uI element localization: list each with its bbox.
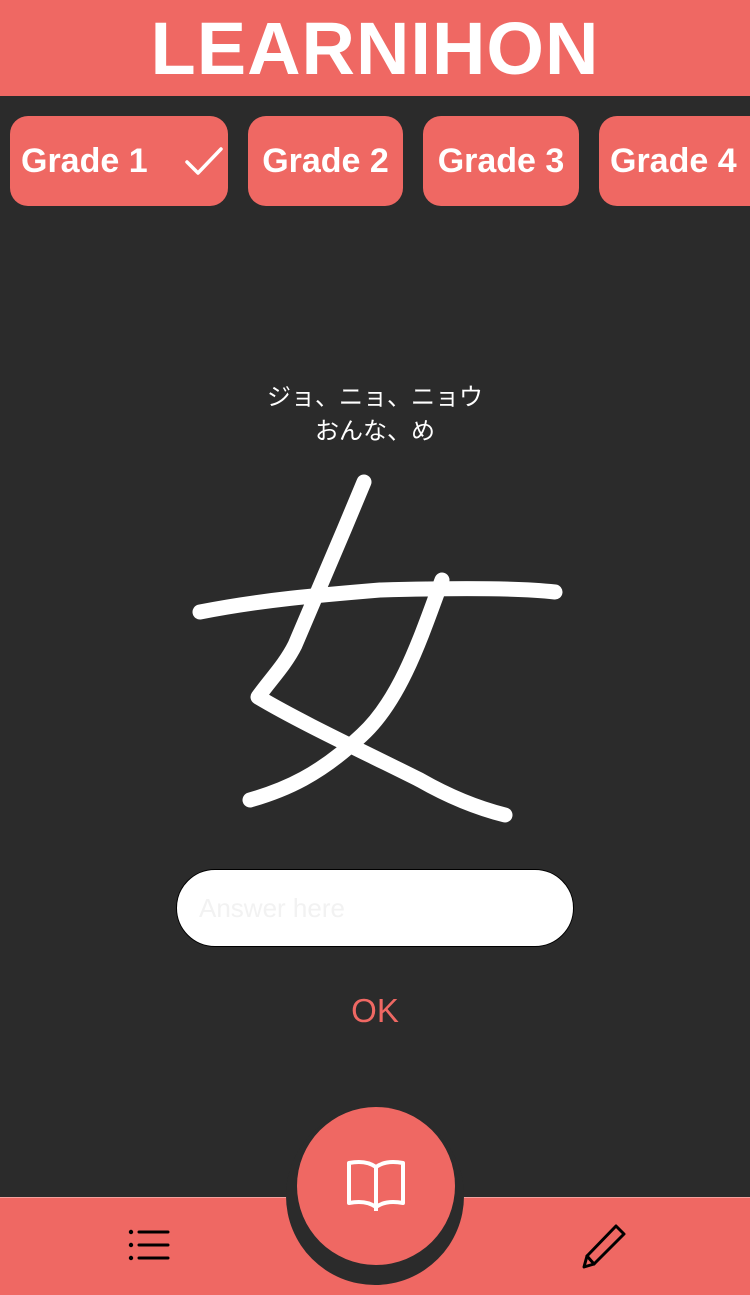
ok-button[interactable]: OK bbox=[325, 988, 425, 1034]
pencil-icon[interactable] bbox=[580, 1222, 628, 1270]
list-icon[interactable] bbox=[128, 1228, 170, 1262]
app-title: LEARNIHON bbox=[150, 7, 600, 90]
book-open-icon bbox=[347, 1160, 405, 1211]
kun-reading: おんな、め bbox=[315, 417, 435, 445]
grade-tab-1[interactable]: Grade 1 bbox=[10, 116, 228, 206]
grade-tab-label: Grade 1 bbox=[21, 141, 148, 180]
study-button[interactable] bbox=[297, 1107, 455, 1265]
grade-tab-2[interactable]: Grade 2 bbox=[248, 116, 403, 206]
kanji-character: 女 bbox=[192, 474, 563, 823]
grade-tab-label: Grade 3 bbox=[437, 141, 565, 180]
grade-tab-label: Grade 2 bbox=[262, 141, 389, 180]
checkmark-icon bbox=[185, 147, 223, 175]
on-reading: ジョ、ニョ、ニョウ bbox=[267, 383, 483, 411]
grade-tab-label: Grade 4 bbox=[610, 141, 737, 180]
grade-tab-3[interactable]: Grade 3 bbox=[423, 116, 579, 206]
answer-input[interactable] bbox=[176, 869, 574, 947]
grade-tab-4[interactable]: Grade 4 bbox=[599, 116, 750, 206]
app-header: LEARNIHON bbox=[0, 0, 750, 96]
